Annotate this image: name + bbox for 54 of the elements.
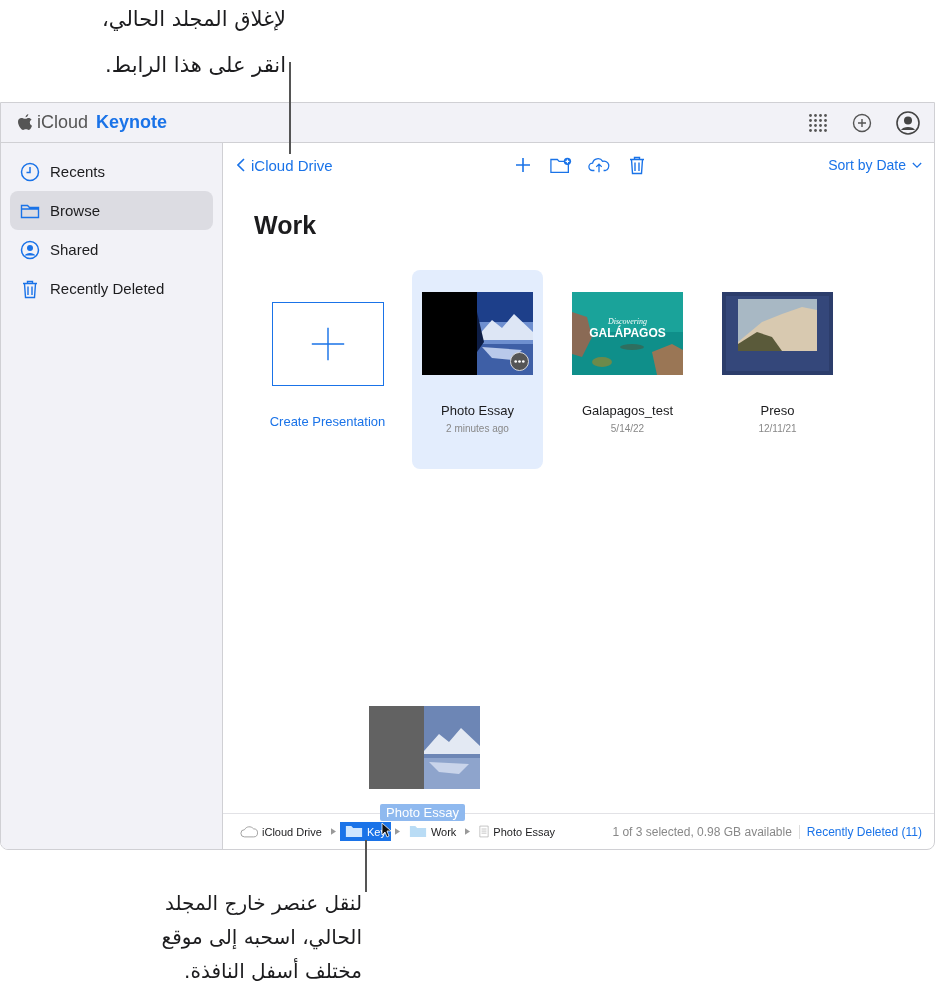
separator-icon [465,828,471,835]
folder-icon [408,825,427,838]
separator-icon [330,828,336,835]
person-icon [20,239,40,260]
leader-line [365,840,367,892]
clock-icon [20,161,40,182]
file-name: Photo Essay [441,403,514,418]
brand-name: iCloud [37,112,89,133]
breadcrumb[interactable]: Photo Essay [474,822,561,841]
sidebar-item[interactable]: Recents [10,152,213,191]
trash-icon [20,278,40,299]
callout-text: لإغلاق المجلد الحالي، [102,6,286,33]
file-date: 5/14/22 [610,423,645,434]
sidebar-item[interactable]: Shared [10,230,213,269]
status-text: 1 of 3 selected, 0.98 GB available [612,824,800,839]
separator-icon [394,828,400,835]
slide-kicker: Discovering [607,317,648,326]
add-icon [309,326,346,362]
drag-label: Photo Essay [380,804,465,821]
cloud-icon [240,825,258,838]
folder-title: Work [254,211,318,240]
account-icon[interactable] [896,110,920,135]
add-icon[interactable] [852,112,872,133]
back-link[interactable]: iCloud Drive [237,156,333,174]
sort-menu[interactable]: Sort by Date [828,157,922,173]
sidebar-item[interactable]: Recently Deleted [10,269,213,308]
app-name: Keynote [96,112,168,133]
breadcrumb[interactable]: iCloud Drive [235,822,327,841]
sidebar-item[interactable]: Browse [10,191,213,230]
create-presentation-link[interactable]: Create Presentation [269,414,386,429]
slide-heading: GALÁPAGOS [589,326,666,340]
file-card[interactable]: Preso 12/11/21 [712,270,843,469]
apple-logo-icon [18,114,33,131]
chevron-down-icon [912,161,922,169]
callout-text: مختلف أسفل النافذة. [184,957,362,985]
callout-text: الحالي، اسحبه إلى موقع [161,924,362,952]
upload-icon[interactable] [588,155,611,175]
document-icon [479,825,490,838]
file-date: 2 minutes ago [446,423,509,434]
file-name: Preso [760,403,795,418]
callout-text: انقر على هذا الرابط. [105,52,286,79]
recently-deleted-link[interactable]: Recently Deleted (11) [799,824,922,839]
chevron-left-icon [237,158,245,172]
folder-icon [344,825,363,838]
file-card[interactable]: Discovering GALÁPAGOS Galapagos_test 5/14/22 [562,270,693,469]
file-date: 12/11/21 [758,423,797,434]
create-presentation-button[interactable] [271,302,384,386]
callout-text: لنقل عنصر خارج المجلد [164,890,362,917]
new-folder-icon[interactable] [550,155,573,175]
more-icon[interactable] [510,352,529,371]
file-card[interactable]: Photo Essay 2 minutes ago [412,270,543,469]
file-name: Galapagos_test [581,403,674,418]
app-grid-icon[interactable] [808,112,828,133]
breadcrumb[interactable]: Work [403,822,462,841]
